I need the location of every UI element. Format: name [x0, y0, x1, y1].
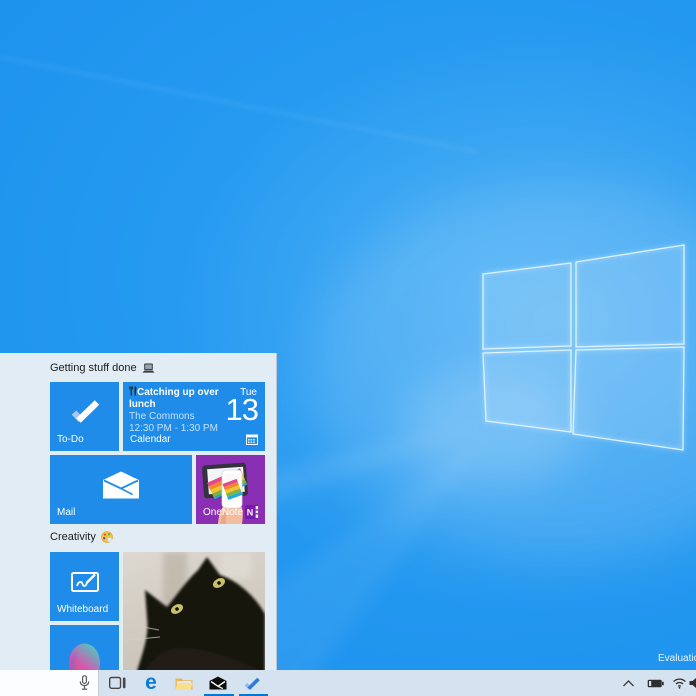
group-title: Getting stuff done [50, 362, 137, 374]
task-view-button[interactable] [105, 670, 129, 696]
tile-whiteboard[interactable]: Whiteboard [50, 552, 119, 621]
event-title: Catching up over lunch [129, 387, 219, 410]
evaluation-watermark: Evaluation [658, 653, 696, 664]
file-explorer-icon[interactable] [172, 670, 196, 696]
tile-todo[interactable]: To-Do [50, 382, 119, 451]
wifi-icon[interactable] [671, 670, 687, 696]
svg-text:N: N [247, 508, 254, 518]
tile-label: Whiteboard [57, 604, 108, 615]
tile-calendar[interactable]: Catching up over lunch The Commons 12:30… [123, 382, 265, 451]
show-hidden-icons-chevron[interactable] [620, 670, 636, 696]
taskbar-search-box[interactable] [0, 670, 99, 696]
calendar-event: Catching up over lunch The Commons 12:30… [129, 386, 233, 435]
tile-label: Mail [57, 507, 75, 518]
artist-palette-icon [101, 531, 113, 543]
balloon-icon [50, 625, 119, 670]
todo-check-icon [68, 399, 102, 426]
cortana-microphone-icon[interactable] [79, 675, 90, 691]
group-header-getting-stuff-done[interactable]: Getting stuff done [50, 361, 155, 375]
onenote-app-icon: N [245, 505, 259, 519]
mail-envelope-icon [103, 471, 140, 499]
tile-onenote[interactable]: OneNote N [196, 455, 265, 524]
todo-app-icon[interactable] [240, 670, 264, 696]
cat-photo [123, 552, 265, 670]
fork-knife-icon [129, 386, 137, 396]
tile-label: Calendar [130, 434, 171, 445]
tile-label: OneNote [203, 507, 243, 518]
tile-cat-photo[interactable] [123, 552, 265, 670]
whiteboard-icon [68, 568, 102, 596]
battery-icon[interactable] [646, 670, 664, 696]
edge-browser-icon[interactable]: e [139, 670, 163, 696]
start-menu-panel: Getting stuff done To-Do [0, 353, 277, 670]
group-header-creativity[interactable]: Creativity [50, 530, 113, 544]
tile-balloon-app[interactable] [50, 625, 119, 670]
group-title: Creativity [50, 531, 96, 543]
mail-app-icon[interactable] [206, 670, 230, 696]
taskbar: e [0, 670, 696, 696]
tile-mail[interactable]: Mail [50, 455, 192, 524]
event-location: The Commons [129, 411, 233, 423]
laptop-icon [142, 363, 155, 374]
tile-label: To-Do [57, 434, 84, 445]
calendar-grid-icon [246, 434, 258, 445]
calendar-day-number: 13 [226, 394, 258, 426]
volume-icon[interactable] [688, 670, 696, 696]
desktop: Evaluation Getting stuff done To-Do [0, 0, 696, 696]
